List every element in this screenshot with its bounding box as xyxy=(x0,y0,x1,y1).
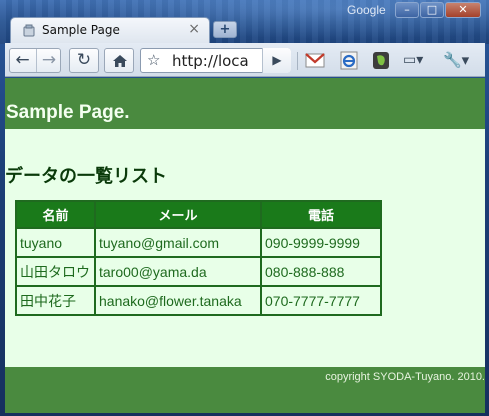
nav-buttons: ← → xyxy=(9,48,61,73)
ie-tab-extension-icon[interactable] xyxy=(339,51,359,70)
gmail-extension-icon[interactable] xyxy=(305,51,325,70)
browser-window: Google – □ ✕ Sample Page × + ← → ↻ ☆ htt… xyxy=(0,0,489,416)
evernote-extension-icon[interactable] xyxy=(371,51,391,70)
cell-tel: 090-9999-9999 xyxy=(260,227,382,258)
cell-tel: 080-888-888 xyxy=(260,256,382,287)
tab-close-icon[interactable]: × xyxy=(188,21,200,37)
tab-title: Sample Page xyxy=(42,23,120,37)
reload-button[interactable]: ↻ xyxy=(69,48,99,73)
page-footer: copyright SYODA-Tuyano. 2010. xyxy=(5,367,485,413)
minimize-button[interactable]: – xyxy=(395,2,419,18)
copyright-text: copyright SYODA-Tuyano. 2010. xyxy=(325,371,485,383)
new-tab-button[interactable]: + xyxy=(213,21,237,38)
cell-mail: hanako@flower.tanaka xyxy=(94,285,262,316)
maximize-button[interactable]: □ xyxy=(420,2,444,18)
home-icon xyxy=(113,55,127,67)
table-row: 山田タロウ taro00@yama.da 080-888-888 xyxy=(15,256,382,287)
cell-tel: 070-7777-7777 xyxy=(260,285,382,316)
cell-name: 田中花子 xyxy=(15,285,96,316)
url-text[interactable]: http://loca xyxy=(172,52,257,70)
back-button[interactable]: ← xyxy=(10,49,35,72)
column-header-tel: 電話 xyxy=(260,200,382,229)
table-row: tuyano tuyano@gmail.com 090-9999-9999 xyxy=(15,227,382,258)
column-header-name: 名前 xyxy=(15,200,96,229)
forward-button[interactable]: → xyxy=(36,49,61,72)
address-bar[interactable]: ☆ http://loca ▶ xyxy=(140,48,291,73)
browser-tab[interactable]: Sample Page × xyxy=(10,17,210,43)
home-button[interactable] xyxy=(104,48,134,73)
bookmark-star-icon[interactable]: ☆ xyxy=(147,51,160,69)
close-window-button[interactable]: ✕ xyxy=(445,2,481,18)
go-button[interactable]: ▶ xyxy=(262,48,291,73)
table-header-row: 名前 メール 電話 xyxy=(15,200,382,229)
page-title: Sample Page. xyxy=(6,102,130,123)
cell-mail: taro00@yama.da xyxy=(94,256,262,287)
cell-name: 山田タロウ xyxy=(15,256,96,287)
table-row: 田中花子 hanako@flower.tanaka 070-7777-7777 xyxy=(15,285,382,316)
section-heading: データの一覧リスト xyxy=(5,166,167,187)
cell-name: tuyano xyxy=(15,227,96,258)
toolbar-separator xyxy=(297,52,298,70)
cell-mail: tuyano@gmail.com xyxy=(94,227,262,258)
page-favicon-icon xyxy=(23,24,35,37)
page-menu-button[interactable]: ▭▾ xyxy=(403,52,433,70)
column-header-mail: メール xyxy=(94,200,262,229)
browser-toolbar: ← → ↻ ☆ http://loca ▶ ▭▾ 🔧▾ xyxy=(5,43,485,77)
data-table: 名前 メール 電話 tuyano tuyano@gmail.com 090-99… xyxy=(15,200,382,316)
page-header: Sample Page. xyxy=(5,78,485,129)
wrench-menu-button[interactable]: 🔧▾ xyxy=(443,51,479,70)
brand-label: Google xyxy=(347,3,386,17)
page-viewport: Sample Page. データの一覧リスト 名前 メール 電話 tuyano … xyxy=(5,78,485,413)
